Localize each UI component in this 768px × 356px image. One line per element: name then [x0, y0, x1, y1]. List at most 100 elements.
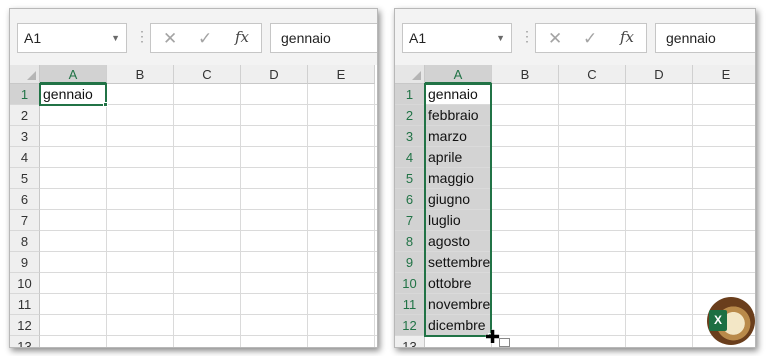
row-header-2[interactable]: 2 [10, 105, 40, 126]
formula-input[interactable]: gennaio [270, 23, 377, 53]
row-header-12[interactable]: 12 [10, 315, 40, 336]
cell-a9[interactable]: settembre [425, 252, 490, 273]
enter-icon[interactable]: ✓ [198, 29, 212, 49]
column-header-e[interactable]: E [308, 65, 375, 84]
column-header-a[interactable]: A [40, 65, 107, 84]
row-header-10[interactable]: 10 [395, 273, 425, 294]
gridline-horizontal [40, 146, 377, 147]
cell-a3[interactable]: marzo [425, 126, 467, 147]
gridline-horizontal [40, 293, 377, 294]
row-header-7[interactable]: 7 [10, 210, 40, 231]
column-header-d[interactable]: D [241, 65, 308, 84]
row-header-9[interactable]: 9 [10, 252, 40, 273]
left-worksheet-panel: A1 ▼ ⋮ ✕ ✓ fx gennaio A B C D E 1 2 3 4 5 6 7 8 9 10 11… [9, 8, 378, 348]
select-all-corner[interactable] [10, 65, 40, 84]
cell-a2[interactable]: febbraio [425, 105, 479, 126]
formula-bar: A1 ▼ ⋮ ✕ ✓ fx gennaio [395, 9, 755, 65]
gridline-vertical [240, 84, 241, 347]
row-header-9[interactable]: 9 [395, 252, 425, 273]
formula-bar: A1 ▼ ⋮ ✕ ✓ fx gennaio [10, 9, 377, 65]
row-header-2[interactable]: 2 [395, 105, 425, 126]
excel-x-icon: X [709, 310, 727, 331]
enter-icon[interactable]: ✓ [583, 29, 597, 49]
column-header-c[interactable]: C [559, 65, 626, 84]
row-header-13[interactable]: 13 [395, 336, 425, 347]
gridline-vertical [692, 84, 693, 347]
excel-logo: X [707, 297, 755, 345]
cell-a7[interactable]: luglio [425, 210, 461, 231]
cell-a8[interactable]: agosto [425, 231, 470, 252]
column-header-d[interactable]: D [626, 65, 693, 84]
row-header-4[interactable]: 4 [10, 147, 40, 168]
separator-icon: ⋮ [135, 28, 149, 44]
gridline-vertical [625, 84, 626, 347]
name-box-value: A1 [24, 30, 42, 46]
name-box[interactable]: A1 ▼ [402, 23, 512, 53]
name-box-value: A1 [409, 30, 427, 46]
cell-a12[interactable]: dicembre [425, 315, 486, 336]
fill-handle[interactable] [103, 102, 108, 107]
separator-icon: ⋮ [520, 28, 534, 44]
select-all-triangle-icon [412, 71, 421, 80]
row-header-13[interactable]: 13 [10, 336, 40, 347]
cell-a11[interactable]: novembre [425, 294, 490, 315]
gridline-horizontal [40, 125, 377, 126]
gridline-horizontal [40, 209, 377, 210]
row-header-1[interactable]: 1 [395, 84, 425, 105]
row-header-11[interactable]: 11 [10, 294, 40, 315]
cancel-icon[interactable]: ✕ [548, 29, 562, 49]
gridline-horizontal [40, 314, 377, 315]
worksheet-grid[interactable]: A B C D E 1 2 3 4 5 6 7 8 9 10 11 12 13 gennaio [10, 65, 377, 347]
row-header-5[interactable]: 5 [395, 168, 425, 189]
cell-a4[interactable]: aprile [425, 147, 462, 168]
column-header-c[interactable]: C [174, 65, 241, 84]
row-header-10[interactable]: 10 [10, 273, 40, 294]
column-header-b[interactable]: B [107, 65, 174, 84]
cell-a6[interactable]: giugno [425, 189, 470, 210]
gridline-horizontal [425, 230, 755, 231]
gridline-vertical [106, 84, 107, 347]
row-header-8[interactable]: 8 [395, 231, 425, 252]
row-header-3[interactable]: 3 [10, 126, 40, 147]
gridline-horizontal [425, 146, 755, 147]
column-header-b[interactable]: B [492, 65, 559, 84]
select-all-corner[interactable] [395, 65, 425, 84]
column-header-a[interactable]: A [425, 65, 492, 84]
cell-a10[interactable]: ottobre [425, 273, 472, 294]
gridline-horizontal [40, 272, 377, 273]
gridline-horizontal [425, 167, 755, 168]
gridline-horizontal [425, 188, 755, 189]
gridline-horizontal [425, 209, 755, 210]
cell-a5[interactable]: maggio [425, 168, 474, 189]
row-header-7[interactable]: 7 [395, 210, 425, 231]
row-header-12[interactable]: 12 [395, 315, 425, 336]
chevron-down-icon[interactable]: ▼ [111, 24, 120, 52]
formula-input[interactable]: gennaio [655, 23, 755, 53]
insert-function-icon[interactable]: fx [620, 28, 634, 46]
gridline-horizontal [40, 188, 377, 189]
formula-buttons: ✕ ✓ fx [535, 23, 647, 53]
autofill-options-icon[interactable] [499, 338, 510, 347]
chevron-down-icon[interactable]: ▼ [496, 24, 505, 52]
gridline-horizontal [40, 251, 377, 252]
cell-a1[interactable]: gennaio [425, 84, 478, 105]
gridline-vertical [558, 84, 559, 347]
gridline-horizontal [40, 335, 377, 336]
row-header-11[interactable]: 11 [395, 294, 425, 315]
row-header-6[interactable]: 6 [10, 189, 40, 210]
cancel-icon[interactable]: ✕ [163, 29, 177, 49]
right-worksheet-panel: A1 ▼ ⋮ ✕ ✓ fx gennaio A B C D E 1 2 3 4 5 6 7 8 9 10 11… [394, 8, 756, 348]
fill-cursor-icon: ✚ [485, 327, 501, 347]
row-header-4[interactable]: 4 [395, 147, 425, 168]
name-box[interactable]: A1 ▼ [17, 23, 127, 53]
row-header-5[interactable]: 5 [10, 168, 40, 189]
gridline-vertical [307, 84, 308, 347]
worksheet-grid[interactable]: A B C D E 1 2 3 4 5 6 7 8 9 10 11 12 13 gennaio febbraio mar… [395, 65, 755, 347]
insert-function-icon[interactable]: fx [235, 28, 249, 46]
row-header-6[interactable]: 6 [395, 189, 425, 210]
column-header-e[interactable]: E [693, 65, 755, 84]
row-header-3[interactable]: 3 [395, 126, 425, 147]
cell-a1[interactable]: gennaio [40, 84, 93, 105]
row-header-1[interactable]: 1 [10, 84, 40, 105]
row-header-8[interactable]: 8 [10, 231, 40, 252]
